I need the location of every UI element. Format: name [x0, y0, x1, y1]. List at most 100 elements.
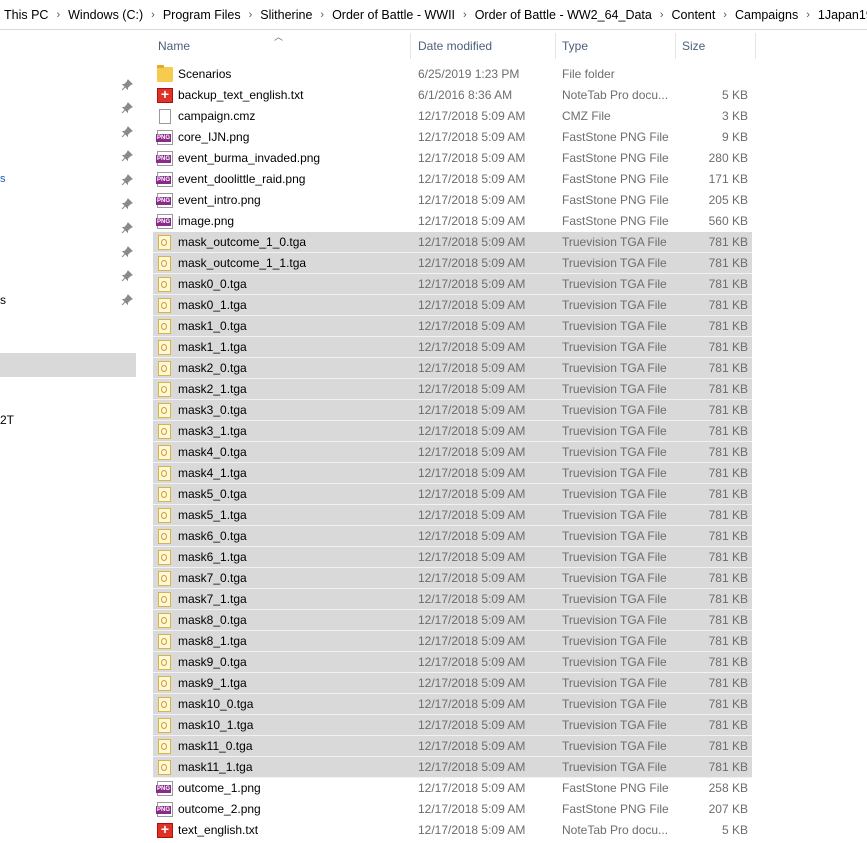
file-type: Truevision TGA File: [562, 508, 667, 522]
breadcrumb-item[interactable]: Campaigns ›: [729, 8, 812, 22]
file-row[interactable]: mask6_0.tga 12/17/2018 5:09 AM Truevision …: [153, 526, 752, 547]
file-row[interactable]: mask_outcome_1_1.tga 12/17/2018 5:09 AM Tr…: [153, 253, 752, 274]
file-row[interactable]: mask3_0.tga 12/17/2018 5:09 AM Truevision …: [153, 400, 752, 421]
breadcrumb-item[interactable]: 1Japan1941: [812, 8, 867, 22]
file-row[interactable]: backup_text_english.txt 6/1/2016 8:36 AM N…: [153, 85, 752, 106]
breadcrumb-label[interactable]: Slitherine: [254, 8, 318, 22]
file-type: FastStone PNG File: [562, 151, 669, 165]
file-row[interactable]: campaign.cmz 12/17/2018 5:09 AM CMZ File 3 …: [153, 106, 752, 127]
pin-icon[interactable]: [121, 198, 133, 210]
breadcrumb-item[interactable]: Slitherine ›: [254, 8, 326, 22]
chevron-right-icon[interactable]: ›: [804, 9, 812, 21]
breadcrumb-item[interactable]: Order of Battle - WWII ›: [326, 8, 469, 22]
chevron-right-icon[interactable]: ›: [461, 9, 469, 21]
column-header-name[interactable]: Name: [153, 33, 411, 59]
file-row[interactable]: outcome_2.png 12/17/2018 5:09 AM FastStone…: [153, 799, 752, 820]
breadcrumb-label[interactable]: Program Files: [157, 8, 247, 22]
breadcrumb-label[interactable]: Order of Battle - WW2_64_Data: [469, 8, 658, 22]
chevron-right-icon[interactable]: ›: [318, 9, 326, 21]
file-name: mask0_1.tga: [178, 298, 247, 312]
pin-icon[interactable]: [121, 102, 133, 114]
breadcrumb-item[interactable]: Windows (C:) ›: [62, 8, 157, 22]
file-type: Truevision TGA File: [562, 718, 667, 732]
pin-icon[interactable]: [121, 294, 133, 306]
pin-icon[interactable]: [121, 246, 133, 258]
file-row[interactable]: mask11_0.tga 12/17/2018 5:09 AM Truevision…: [153, 736, 752, 757]
file-row[interactable]: mask10_0.tga 12/17/2018 5:09 AM Truevision…: [153, 694, 752, 715]
breadcrumb-label[interactable]: Campaigns: [729, 8, 804, 22]
file-row[interactable]: mask0_0.tga 12/17/2018 5:09 AM Truevision …: [153, 274, 752, 295]
file-size: 280 KB: [708, 151, 748, 165]
file-row[interactable]: mask1_1.tga 12/17/2018 5:09 AM Truevision …: [153, 337, 752, 358]
file-size: 781 KB: [708, 466, 748, 480]
column-header-type[interactable]: Type: [557, 33, 676, 59]
breadcrumb-item[interactable]: Program Files ›: [157, 8, 254, 22]
file-row[interactable]: mask1_0.tga 12/17/2018 5:09 AM Truevision …: [153, 316, 752, 337]
file-size: 781 KB: [708, 697, 748, 711]
file-row[interactable]: image.png 12/17/2018 5:09 AM FastStone PNG…: [153, 211, 752, 232]
file-row[interactable]: mask8_0.tga 12/17/2018 5:09 AM Truevision …: [153, 610, 752, 631]
file-row[interactable]: mask4_1.tga 12/17/2018 5:09 AM Truevision …: [153, 463, 752, 484]
file-name: mask8_0.tga: [178, 613, 247, 627]
file-row[interactable]: mask9_1.tga 12/17/2018 5:09 AM Truevision …: [153, 673, 752, 694]
chevron-right-icon[interactable]: ›: [247, 9, 255, 21]
file-list: Scenarios 6/25/2019 1:23 PM File folder bac…: [153, 64, 753, 841]
pin-icon[interactable]: [121, 150, 133, 162]
file-row[interactable]: event_intro.png 12/17/2018 5:09 AM FastSto…: [153, 190, 752, 211]
file-row[interactable]: mask5_1.tga 12/17/2018 5:09 AM Truevision …: [153, 505, 752, 526]
file-size: 781 KB: [708, 424, 748, 438]
file-row[interactable]: outcome_1.png 12/17/2018 5:09 AM FastStone…: [153, 778, 752, 799]
nav-item-selected[interactable]: [0, 353, 136, 377]
file-row[interactable]: mask2_0.tga 12/17/2018 5:09 AM Truevision …: [153, 358, 752, 379]
file-row[interactable]: core_IJN.png 12/17/2018 5:09 AM FastStone …: [153, 127, 752, 148]
file-row[interactable]: Scenarios 6/25/2019 1:23 PM File folder: [153, 64, 752, 85]
file-row[interactable]: mask7_1.tga 12/17/2018 5:09 AM Truevision …: [153, 589, 752, 610]
pin-icon[interactable]: [121, 174, 133, 186]
file-row[interactable]: mask11_1.tga 12/17/2018 5:09 AM Truevision…: [153, 757, 752, 778]
file-row[interactable]: mask0_1.tga 12/17/2018 5:09 AM Truevision …: [153, 295, 752, 316]
tga-icon: [158, 487, 171, 502]
file-name: mask11_0.tga: [178, 739, 253, 753]
pin-icon[interactable]: [121, 126, 133, 138]
pin-icon[interactable]: [121, 270, 133, 282]
file-type: Truevision TGA File: [562, 403, 667, 417]
file-type: Truevision TGA File: [562, 571, 667, 585]
nav-item-fragment[interactable]: 2T: [0, 413, 14, 427]
file-row[interactable]: mask10_1.tga 12/17/2018 5:09 AM Truevision…: [153, 715, 752, 736]
file-row[interactable]: mask2_1.tga 12/17/2018 5:09 AM Truevision …: [153, 379, 752, 400]
nav-item-fragment[interactable]: s: [0, 293, 6, 307]
chevron-right-icon[interactable]: ›: [721, 9, 729, 21]
breadcrumb-item[interactable]: Order of Battle - WW2_64_Data ›: [469, 8, 666, 22]
file-row[interactable]: mask3_1.tga 12/17/2018 5:09 AM Truevision …: [153, 421, 752, 442]
breadcrumb-label[interactable]: Order of Battle - WWII: [326, 8, 461, 22]
breadcrumb-label[interactable]: This PC: [0, 8, 54, 22]
chevron-right-icon[interactable]: ›: [658, 9, 666, 21]
file-row[interactable]: mask_outcome_1_0.tga 12/17/2018 5:09 AM Tr…: [153, 232, 752, 253]
pin-icon[interactable]: [121, 222, 133, 234]
nav-item-fragment[interactable]: s: [0, 173, 6, 185]
column-header-date[interactable]: Date modified: [413, 33, 556, 59]
breadcrumb-label[interactable]: 1Japan1941: [812, 8, 867, 22]
file-row[interactable]: mask5_0.tga 12/17/2018 5:09 AM Truevision …: [153, 484, 752, 505]
file-name: mask3_0.tga: [178, 403, 247, 417]
file-row[interactable]: mask4_0.tga 12/17/2018 5:09 AM Truevision …: [153, 442, 752, 463]
file-row[interactable]: mask9_0.tga 12/17/2018 5:09 AM Truevision …: [153, 652, 752, 673]
breadcrumb-label[interactable]: Windows (C:): [62, 8, 149, 22]
chevron-right-icon[interactable]: ›: [54, 9, 62, 21]
breadcrumb-item[interactable]: Content ›: [666, 8, 729, 22]
pin-icon[interactable]: [121, 79, 133, 91]
chevron-right-icon[interactable]: ›: [149, 9, 157, 21]
file-row[interactable]: mask7_0.tga 12/17/2018 5:09 AM Truevision …: [153, 568, 752, 589]
breadcrumb-item[interactable]: This PC ›: [0, 8, 62, 22]
notetab-icon: [157, 821, 173, 838]
file-row[interactable]: mask8_1.tga 12/17/2018 5:09 AM Truevision …: [153, 631, 752, 652]
file-row[interactable]: mask6_1.tga 12/17/2018 5:09 AM Truevision …: [153, 547, 752, 568]
file-size: 171 KB: [708, 172, 748, 186]
file-name: mask5_0.tga: [178, 487, 247, 501]
file-row[interactable]: text_english.txt 12/17/2018 5:09 AM NoteTa…: [153, 820, 752, 841]
column-header-size[interactable]: Size: [677, 33, 756, 59]
file-row[interactable]: event_doolittle_raid.png 12/17/2018 5:09 …: [153, 169, 752, 190]
file-row[interactable]: event_burma_invaded.png 12/17/2018 5:09 A…: [153, 148, 752, 169]
breadcrumb-label[interactable]: Content: [666, 8, 722, 22]
file-size: 781 KB: [708, 508, 748, 522]
